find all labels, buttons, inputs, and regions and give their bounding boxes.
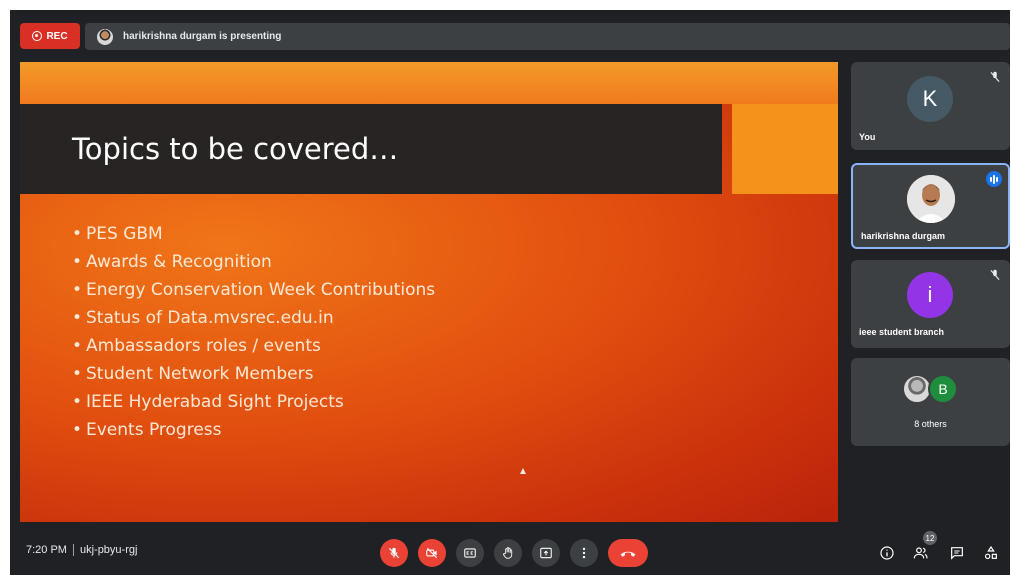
captions-button[interactable]	[456, 539, 484, 567]
presenting-text: harikrishna durgam is presenting	[123, 31, 282, 42]
people-button[interactable]	[910, 542, 932, 564]
topic-list: PES GBM Awards & Recognition Energy Cons…	[72, 220, 435, 444]
leave-call-button[interactable]	[608, 539, 648, 567]
mouse-cursor-icon	[520, 468, 526, 474]
participant-tile-presenter[interactable]: harikrishna durgam	[851, 163, 1010, 249]
avatar-initial: K	[922, 86, 938, 111]
topic-item: Student Network Members	[72, 360, 435, 388]
mic-toggle-button[interactable]	[380, 539, 408, 567]
presenter-mini-avatar	[97, 28, 113, 45]
topic-item: Energy Conservation Week Contributions	[72, 276, 435, 304]
speaking-indicator-icon	[986, 171, 1002, 187]
participant-tile-you[interactable]: K You	[851, 62, 1010, 150]
present-now-button[interactable]	[532, 539, 560, 567]
people-icon	[913, 547, 928, 559]
chat-button[interactable]	[946, 542, 968, 564]
meeting-details-button[interactable]	[876, 542, 898, 564]
camera-off-icon	[426, 547, 438, 559]
recording-label: REC	[46, 30, 68, 42]
mic-off-icon	[990, 269, 1000, 281]
camera-toggle-button[interactable]	[418, 539, 446, 567]
participant-name: harikrishna durgam	[861, 231, 946, 241]
meeting-details: 7:20 PM ukj-pbyu-rgj	[26, 544, 137, 556]
more-options-button[interactable]	[570, 539, 598, 567]
participant-avatar: i	[907, 272, 953, 318]
meeting-code: ukj-pbyu-rgj	[79, 544, 138, 556]
participant-tile-others[interactable]: B 8 others	[851, 358, 1010, 446]
topic-item: IEEE Hyderabad Sight Projects	[72, 388, 435, 416]
topic-item: Events Progress	[72, 416, 435, 444]
avatar-initial: i	[927, 282, 933, 307]
hand-icon	[503, 547, 513, 559]
others-avatar-stack: B	[902, 374, 966, 406]
participant-tile-ieee[interactable]: i ieee student branch	[851, 260, 1010, 348]
participant-avatar: K	[907, 76, 953, 122]
topic-item: Awards & Recognition	[72, 248, 435, 276]
topic-item: Ambassadors roles / events	[72, 332, 435, 360]
chat-icon	[951, 547, 963, 560]
present-screen-icon	[540, 547, 552, 559]
divider	[72, 544, 74, 556]
slide-top-band	[20, 62, 838, 104]
record-icon	[32, 31, 43, 41]
activities-button[interactable]	[980, 542, 1002, 564]
mic-off-icon	[990, 71, 1000, 83]
participant-name: ieee student branch	[859, 327, 945, 337]
recording-badge[interactable]: REC	[20, 23, 80, 49]
presenter-photo	[907, 175, 955, 223]
raise-hand-button[interactable]	[494, 539, 522, 567]
more-vert-icon	[582, 547, 586, 559]
participant-name: You	[859, 132, 876, 142]
topic-item: PES GBM	[72, 220, 435, 248]
shared-screen-slide: Topics to be covered… PES GBM Awards & R…	[20, 62, 838, 522]
info-icon	[880, 546, 894, 560]
hang-up-icon	[620, 551, 636, 557]
people-count-badge: 12	[923, 531, 937, 545]
activities-icon	[984, 545, 997, 560]
closed-captions-icon	[464, 548, 476, 558]
slide-title-band: Topics to be covered…	[20, 104, 722, 194]
others-count-label: 8 others	[914, 419, 947, 429]
mic-off-icon	[388, 547, 400, 559]
slide-accent-block	[732, 104, 838, 194]
topic-item: Status of Data.mvsrec.edu.in	[72, 304, 435, 332]
avatar-initial: B	[938, 381, 948, 397]
current-time: 7:20 PM	[26, 544, 67, 556]
slide-title: Topics to be covered…	[72, 132, 399, 166]
participant-avatar: B	[928, 374, 958, 404]
meet-window: REC harikrishna durgam is presenting Top…	[10, 10, 1010, 575]
presenting-banner[interactable]: harikrishna durgam is presenting	[85, 23, 1010, 50]
